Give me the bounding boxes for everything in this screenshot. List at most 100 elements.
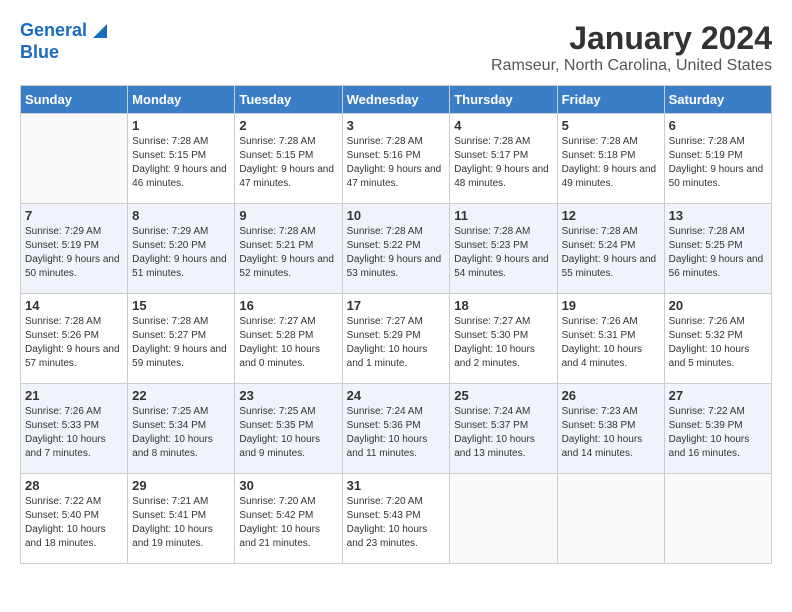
table-row: 29 Sunrise: 7:21 AMSunset: 5:41 PMDayligh… (128, 474, 235, 564)
day-number: 3 (347, 118, 446, 133)
table-row: 16 Sunrise: 7:27 AMSunset: 5:28 PMDayligh… (235, 294, 342, 384)
col-wednesday: Wednesday (342, 86, 450, 114)
day-number: 21 (25, 388, 123, 403)
calendar-header-row: Sunday Monday Tuesday Wednesday Thursday… (21, 86, 772, 114)
day-info: Sunrise: 7:28 AMSunset: 5:15 PMDaylight:… (239, 135, 337, 191)
table-row: 12 Sunrise: 7:28 AMSunset: 5:24 PMDayligh… (557, 204, 664, 294)
day-info: Sunrise: 7:25 AMSunset: 5:34 PMDaylight:… (132, 405, 230, 461)
day-info: Sunrise: 7:28 AMSunset: 5:21 PMDaylight:… (239, 225, 337, 281)
table-row: 23 Sunrise: 7:25 AMSunset: 5:35 PMDayligh… (235, 384, 342, 474)
table-row (664, 474, 771, 564)
calendar-week-row: 7 Sunrise: 7:29 AMSunset: 5:19 PMDaylight… (21, 204, 772, 294)
col-monday: Monday (128, 86, 235, 114)
day-number: 2 (239, 118, 337, 133)
page-header: General Blue January 2024 Ramseur, North… (20, 20, 772, 75)
day-number: 9 (239, 208, 337, 223)
day-info: Sunrise: 7:23 AMSunset: 5:38 PMDaylight:… (562, 405, 660, 461)
table-row: 19 Sunrise: 7:26 AMSunset: 5:31 PMDayligh… (557, 294, 664, 384)
table-row: 2 Sunrise: 7:28 AMSunset: 5:15 PMDaylight… (235, 114, 342, 204)
day-number: 4 (454, 118, 552, 133)
calendar-week-row: 28 Sunrise: 7:22 AMSunset: 5:40 PMDayligh… (21, 474, 772, 564)
logo-text-general: General (20, 20, 87, 42)
col-tuesday: Tuesday (235, 86, 342, 114)
table-row: 5 Sunrise: 7:28 AMSunset: 5:18 PMDaylight… (557, 114, 664, 204)
day-info: Sunrise: 7:28 AMSunset: 5:19 PMDaylight:… (669, 135, 767, 191)
day-info: Sunrise: 7:20 AMSunset: 5:43 PMDaylight:… (347, 495, 446, 551)
day-info: Sunrise: 7:28 AMSunset: 5:23 PMDaylight:… (454, 225, 552, 281)
table-row: 28 Sunrise: 7:22 AMSunset: 5:40 PMDayligh… (21, 474, 128, 564)
calendar-subtitle: Ramseur, North Carolina, United States (491, 57, 772, 75)
day-info: Sunrise: 7:28 AMSunset: 5:26 PMDaylight:… (25, 315, 123, 371)
day-number: 12 (562, 208, 660, 223)
day-number: 8 (132, 208, 230, 223)
col-saturday: Saturday (664, 86, 771, 114)
table-row (450, 474, 557, 564)
day-number: 13 (669, 208, 767, 223)
day-number: 27 (669, 388, 767, 403)
day-info: Sunrise: 7:29 AMSunset: 5:20 PMDaylight:… (132, 225, 230, 281)
day-info: Sunrise: 7:21 AMSunset: 5:41 PMDaylight:… (132, 495, 230, 551)
table-row (21, 114, 128, 204)
table-row: 22Sunrise: 7:25 AMSunset: 5:34 PMDayligh… (128, 384, 235, 474)
table-row: 8 Sunrise: 7:29 AMSunset: 5:20 PMDaylight… (128, 204, 235, 294)
day-number: 16 (239, 298, 337, 313)
table-row: 30Sunrise: 7:20 AMSunset: 5:42 PMDayligh… (235, 474, 342, 564)
day-info: Sunrise: 7:28 AMSunset: 5:22 PMDaylight:… (347, 225, 446, 281)
calendar-title: January 2024 (491, 20, 772, 57)
day-number: 29 (132, 478, 230, 493)
col-friday: Friday (557, 86, 664, 114)
table-row: 13 Sunrise: 7:28 AMSunset: 5:25 PMDayligh… (664, 204, 771, 294)
day-info: Sunrise: 7:29 AMSunset: 5:19 PMDaylight:… (25, 225, 123, 281)
calendar-table: Sunday Monday Tuesday Wednesday Thursday… (20, 85, 772, 564)
table-row: 7 Sunrise: 7:29 AMSunset: 5:19 PMDaylight… (21, 204, 128, 294)
day-number: 20 (669, 298, 767, 313)
day-number: 26 (562, 388, 660, 403)
day-number: 28 (25, 478, 123, 493)
calendar-week-row: 1Sunrise: 7:28 AMSunset: 5:15 PMDaylight… (21, 114, 772, 204)
day-number: 17 (347, 298, 446, 313)
day-number: 23 (239, 388, 337, 403)
day-info: Sunrise: 7:27 AMSunset: 5:30 PMDaylight:… (454, 315, 552, 371)
day-info: Sunrise: 7:27 AMSunset: 5:28 PMDaylight:… (239, 315, 337, 371)
table-row: 21 Sunrise: 7:26 AMSunset: 5:33 PMDayligh… (21, 384, 128, 474)
table-row: 6 Sunrise: 7:28 AMSunset: 5:19 PMDaylight… (664, 114, 771, 204)
day-info: Sunrise: 7:26 AMSunset: 5:33 PMDaylight:… (25, 405, 123, 461)
day-info: Sunrise: 7:25 AMSunset: 5:35 PMDaylight:… (239, 405, 337, 461)
day-info: Sunrise: 7:20 AMSunset: 5:42 PMDaylight:… (239, 495, 337, 551)
day-number: 14 (25, 298, 123, 313)
title-section: January 2024 Ramseur, North Carolina, Un… (491, 20, 772, 75)
day-info: Sunrise: 7:28 AMSunset: 5:27 PMDaylight:… (132, 315, 230, 371)
day-info: Sunrise: 7:28 AMSunset: 5:17 PMDaylight:… (454, 135, 552, 191)
table-row: 3Sunrise: 7:28 AMSunset: 5:16 PMDaylight… (342, 114, 450, 204)
day-number: 7 (25, 208, 123, 223)
table-row: 18 Sunrise: 7:27 AMSunset: 5:30 PMDayligh… (450, 294, 557, 384)
day-info: Sunrise: 7:28 AMSunset: 5:24 PMDaylight:… (562, 225, 660, 281)
day-number: 19 (562, 298, 660, 313)
table-row: 31Sunrise: 7:20 AMSunset: 5:43 PMDayligh… (342, 474, 450, 564)
day-info: Sunrise: 7:24 AMSunset: 5:36 PMDaylight:… (347, 405, 446, 461)
table-row: 27 Sunrise: 7:22 AMSunset: 5:39 PMDayligh… (664, 384, 771, 474)
logo-icon (89, 20, 111, 42)
table-row: 10 Sunrise: 7:28 AMSunset: 5:22 PMDayligh… (342, 204, 450, 294)
day-number: 18 (454, 298, 552, 313)
day-info: Sunrise: 7:28 AMSunset: 5:18 PMDaylight:… (562, 135, 660, 191)
day-info: Sunrise: 7:28 AMSunset: 5:15 PMDaylight:… (132, 135, 230, 191)
table-row: 17Sunrise: 7:27 AMSunset: 5:29 PMDayligh… (342, 294, 450, 384)
day-info: Sunrise: 7:26 AMSunset: 5:31 PMDaylight:… (562, 315, 660, 371)
day-number: 5 (562, 118, 660, 133)
day-info: Sunrise: 7:22 AMSunset: 5:39 PMDaylight:… (669, 405, 767, 461)
day-number: 25 (454, 388, 552, 403)
col-thursday: Thursday (450, 86, 557, 114)
table-row: 25Sunrise: 7:24 AMSunset: 5:37 PMDayligh… (450, 384, 557, 474)
day-number: 15 (132, 298, 230, 313)
day-info: Sunrise: 7:22 AMSunset: 5:40 PMDaylight:… (25, 495, 123, 551)
day-number: 10 (347, 208, 446, 223)
day-number: 11 (454, 208, 552, 223)
table-row: 11 Sunrise: 7:28 AMSunset: 5:23 PMDayligh… (450, 204, 557, 294)
table-row: 14 Sunrise: 7:28 AMSunset: 5:26 PMDayligh… (21, 294, 128, 384)
col-sunday: Sunday (21, 86, 128, 114)
table-row (557, 474, 664, 564)
table-row: 24Sunrise: 7:24 AMSunset: 5:36 PMDayligh… (342, 384, 450, 474)
day-number: 6 (669, 118, 767, 133)
day-info: Sunrise: 7:28 AMSunset: 5:25 PMDaylight:… (669, 225, 767, 281)
